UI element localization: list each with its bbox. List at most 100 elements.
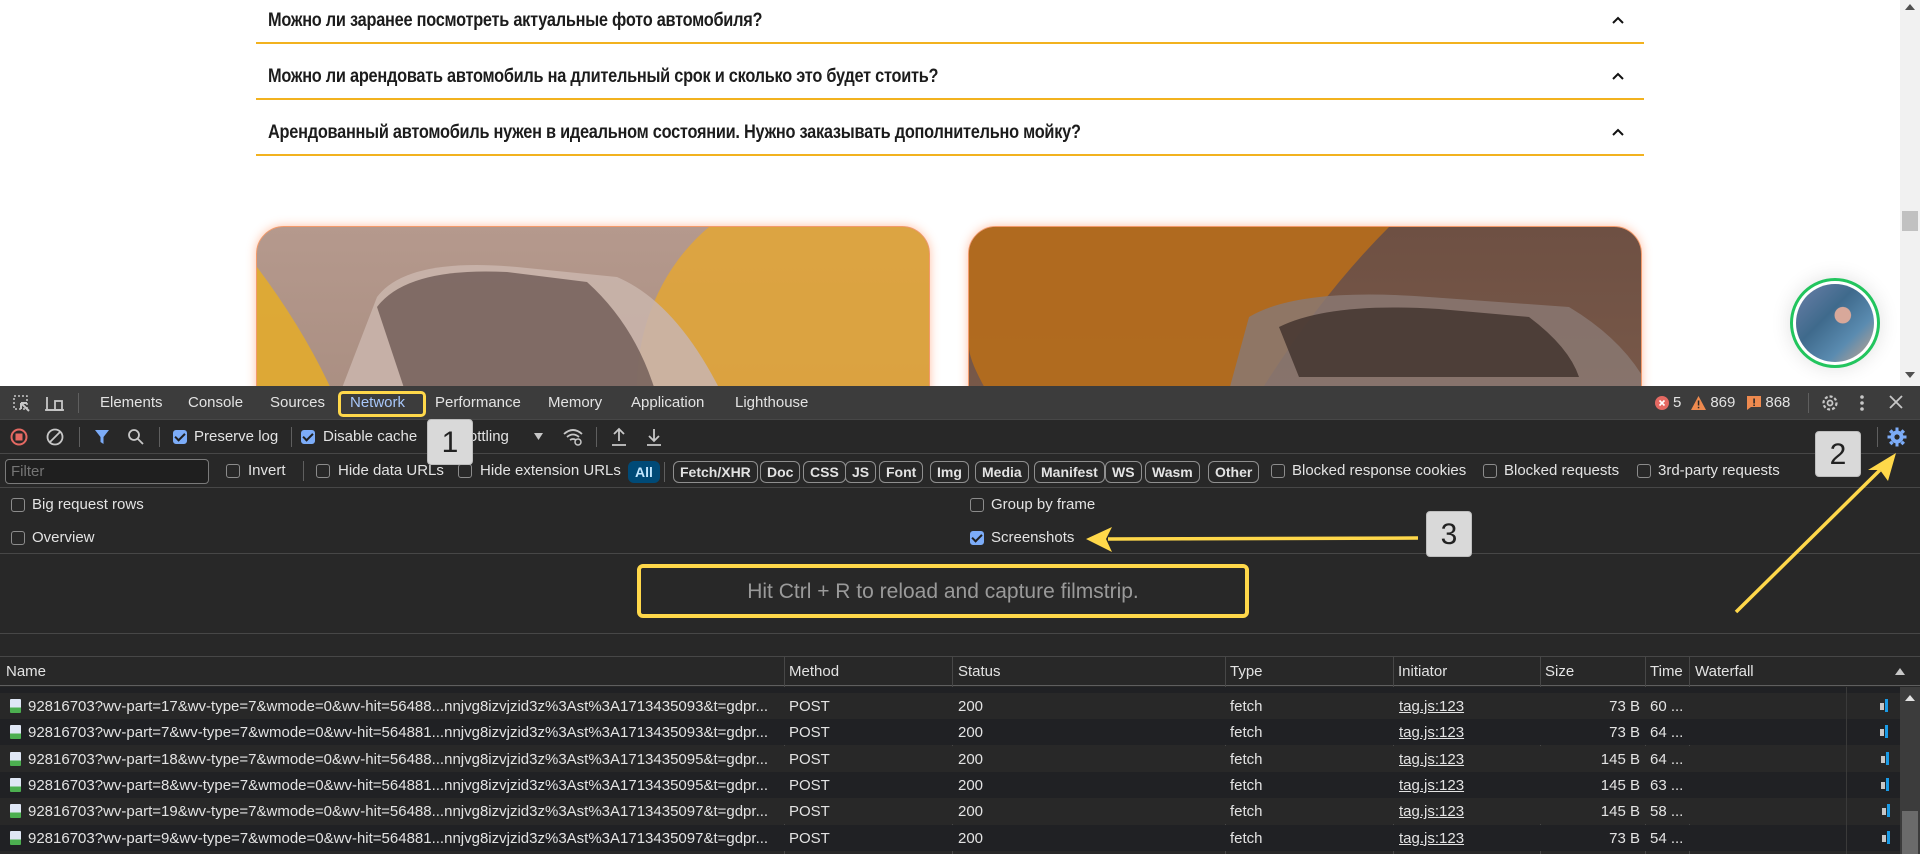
column-header-size[interactable]: Size	[1545, 663, 1574, 680]
chat-widget-avatar[interactable]	[1790, 278, 1880, 368]
table-row[interactable]: 92816703?wv-part=17&wv-type=7&wmode=0&wv…	[0, 693, 1900, 719]
stop-recording-icon[interactable]	[10, 428, 28, 446]
tab-elements[interactable]: Elements	[100, 394, 163, 411]
request-initiator[interactable]: tag.js:123	[1399, 803, 1529, 820]
column-header-method[interactable]: Method	[789, 663, 839, 680]
export-har-icon[interactable]	[646, 427, 662, 447]
scroll-down-arrow-icon[interactable]	[1905, 372, 1915, 378]
type-filter-css[interactable]: CSS	[803, 461, 846, 483]
tab-console[interactable]: Console	[188, 394, 243, 411]
type-filter-ws[interactable]: WS	[1105, 461, 1142, 483]
page-scrollbar[interactable]	[1900, 0, 1920, 386]
column-header-status[interactable]: Status	[958, 663, 1001, 680]
column-header-waterfall[interactable]: Waterfall	[1695, 663, 1754, 680]
chevron-up-icon[interactable]	[1612, 70, 1624, 82]
request-initiator[interactable]: tag.js:123	[1399, 751, 1529, 768]
search-icon[interactable]	[127, 428, 145, 446]
request-initiator[interactable]: tag.js:123	[1399, 777, 1529, 794]
blocked-response-cookies-checkbox[interactable]	[1271, 464, 1285, 478]
disable-cache-checkbox[interactable]	[301, 430, 315, 444]
filter-icon[interactable]	[94, 429, 110, 445]
type-filter-js[interactable]: JS	[845, 461, 877, 483]
network-conditions-icon[interactable]	[562, 427, 584, 447]
request-initiator[interactable]: tag.js:123	[1399, 830, 1529, 847]
type-filter-img[interactable]: Img	[930, 461, 969, 483]
devtools-settings-gear-icon[interactable]	[1820, 393, 1840, 413]
column-header-initiator[interactable]: Initiator	[1398, 663, 1447, 680]
close-devtools-icon[interactable]	[1889, 395, 1903, 409]
issue-counters[interactable]: 5 869 868	[1655, 394, 1790, 411]
table-row[interactable]: 92816703?wv-part=9&wv-type=7&wmode=0&wv-…	[0, 824, 1900, 851]
request-type: fetch	[1230, 724, 1263, 742]
request-name: 92816703?wv-part=9&wv-type=7&wmode=0&wv-…	[28, 829, 769, 847]
file-icon	[10, 699, 21, 713]
type-filter-other[interactable]: Other	[1208, 461, 1260, 483]
scroll-up-arrow-icon[interactable]	[1905, 4, 1915, 10]
request-time: 58 ...	[1650, 803, 1684, 821]
invert-checkbox[interactable]	[226, 464, 240, 478]
car-card-image[interactable]	[968, 226, 1642, 386]
tab-application[interactable]: Application	[631, 394, 704, 411]
third-party-requests-checkbox[interactable]	[1637, 464, 1651, 478]
overview-checkbox[interactable]	[11, 531, 25, 545]
type-filter-all[interactable]: All	[628, 461, 660, 483]
table-row[interactable]: 92816703?wv-part=19&wv-type=7&wmode=0&wv…	[0, 798, 1900, 825]
hide-extension-urls-checkbox[interactable]	[458, 464, 472, 478]
hide-data-urls-checkbox[interactable]	[316, 464, 330, 478]
invert-label: Invert	[248, 462, 286, 479]
tab-performance[interactable]: Performance	[435, 394, 521, 411]
blocked-requests-checkbox[interactable]	[1483, 464, 1497, 478]
table-row[interactable]: 92816703?wv-part=8&wv-type=7&wmode=0&wv-…	[0, 771, 1900, 798]
operator-avatar-icon	[1796, 284, 1874, 362]
type-filter-font[interactable]: Font	[879, 461, 924, 483]
faq-item[interactable]: Можно ли арендовать автомобиль на длител…	[256, 56, 1644, 100]
import-har-icon[interactable]	[611, 427, 627, 447]
faq-question: Можно ли заранее посмотреть актуальные ф…	[268, 10, 763, 31]
request-type: fetch	[1230, 776, 1263, 794]
waterfall-waiting-bar	[1880, 703, 1884, 710]
tab-sources[interactable]: Sources	[270, 394, 325, 411]
clear-log-icon[interactable]	[46, 428, 64, 446]
column-header-type[interactable]: Type	[1230, 663, 1263, 680]
type-filter-media[interactable]: Media	[975, 461, 1029, 483]
faq-item[interactable]: Арендованный автомобиль нужен в идеально…	[256, 112, 1644, 156]
network-settings-gear-icon[interactable]	[1887, 427, 1907, 447]
filter-input[interactable]	[5, 459, 209, 484]
column-header-name[interactable]: Name	[6, 663, 46, 680]
table-row[interactable]: 92816703?wv-part=18&wv-type=7&wmode=0&wv…	[0, 745, 1900, 772]
chevron-up-icon[interactable]	[1612, 126, 1624, 138]
type-filter-manifest[interactable]: Manifest	[1034, 461, 1105, 483]
screenshots-checkbox[interactable]	[970, 531, 984, 545]
table-scrollbar[interactable]	[1900, 687, 1920, 854]
group-by-frame-checkbox[interactable]	[970, 498, 984, 512]
request-status: 200	[958, 829, 984, 847]
type-filter-fetch-xhr[interactable]: Fetch/XHR	[673, 461, 758, 483]
preserve-log-label: Preserve log	[194, 428, 279, 445]
chevron-up-icon[interactable]	[1612, 14, 1624, 26]
inspect-element-icon[interactable]	[12, 394, 32, 414]
request-initiator[interactable]: tag.js:123	[1399, 698, 1529, 715]
annotation-step-2: 2	[1815, 431, 1861, 477]
table-scroll-up-icon[interactable]	[1905, 695, 1915, 701]
request-name: 92816703?wv-part=17&wv-type=7&wmode=0&wv…	[28, 698, 769, 715]
error-count: 5	[1673, 394, 1682, 411]
page-scroll-thumb[interactable]	[1902, 211, 1918, 231]
request-method: POST	[789, 698, 830, 715]
preserve-log-checkbox[interactable]	[173, 430, 187, 444]
column-header-time[interactable]: Time	[1650, 663, 1683, 680]
type-filter-doc[interactable]: Doc	[760, 461, 801, 483]
request-initiator[interactable]: tag.js:123	[1399, 724, 1529, 741]
more-options-icon[interactable]	[1858, 393, 1866, 413]
table-scroll-thumb[interactable]	[1902, 811, 1918, 854]
request-type: fetch	[1230, 750, 1263, 768]
sort-ascending-icon[interactable]	[1895, 668, 1905, 675]
throttling-dropdown-arrow-icon[interactable]	[534, 433, 543, 440]
device-toolbar-icon[interactable]	[44, 394, 66, 414]
tab-memory[interactable]: Memory	[548, 394, 602, 411]
tab-lighthouse[interactable]: Lighthouse	[735, 394, 808, 411]
type-filter-wasm[interactable]: Wasm	[1145, 461, 1200, 483]
car-card-image[interactable]	[256, 226, 930, 386]
faq-item[interactable]: Можно ли заранее посмотреть актуальные ф…	[256, 0, 1644, 44]
big-request-rows-checkbox[interactable]	[11, 498, 25, 512]
table-row[interactable]: 92816703?wv-part=7&wv-type=7&wmode=0&wv-…	[0, 719, 1900, 746]
